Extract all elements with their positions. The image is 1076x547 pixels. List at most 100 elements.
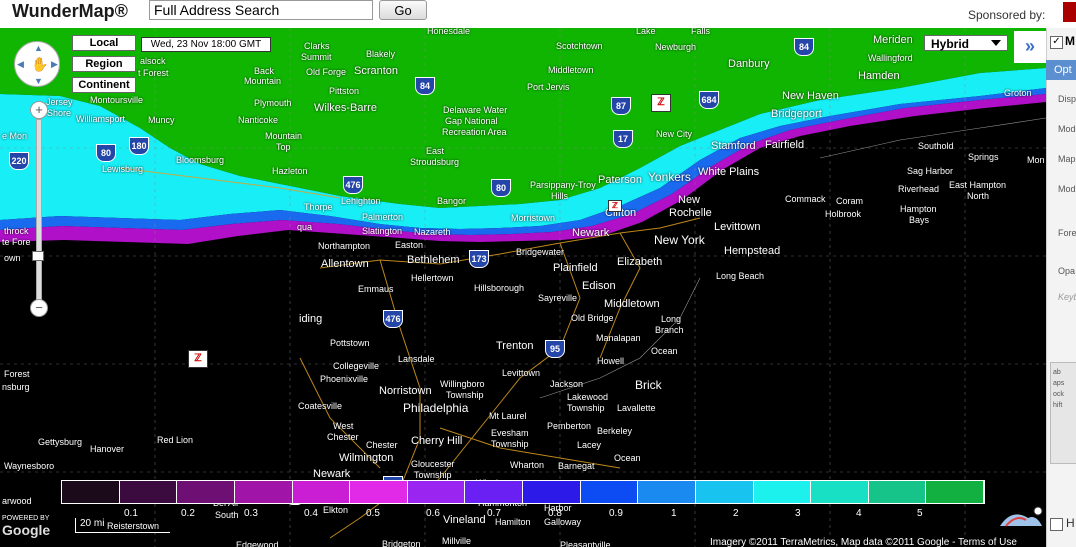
place-label: Riverhead — [898, 184, 940, 194]
place-label: Lehighton — [341, 196, 381, 206]
place-label: Long Beach — [716, 271, 765, 281]
place-label: Gettysburg — [38, 437, 83, 447]
legend-swatch — [119, 481, 178, 503]
app-logo[interactable]: WunderMap® — [12, 1, 128, 22]
key-row[interactable]: aps — [1051, 378, 1076, 389]
highway-shield-icon: 95 — [545, 340, 565, 358]
legend-tick: 3 — [795, 508, 801, 519]
highway-shield-icon: 476 — [383, 310, 403, 328]
place-label: New — [678, 194, 701, 206]
google-attribution[interactable]: POWERED BY Google — [2, 515, 50, 538]
place-label: Scranton — [354, 65, 399, 77]
place-label: nsburg — [2, 382, 30, 392]
bottom-checkbox[interactable] — [1050, 518, 1063, 531]
options-tab[interactable]: Opt — [1046, 60, 1076, 80]
place-label: Summit — [301, 52, 332, 62]
side-row-keyboard[interactable]: Keyb — [1058, 292, 1076, 302]
place-label: Williamsport — [76, 114, 126, 124]
highway-shield-icon: 80 — [96, 144, 116, 162]
place-label: Newark — [572, 227, 610, 239]
place-label: Chester — [366, 440, 398, 450]
place-label: Bridgeport — [771, 108, 822, 120]
continent-button[interactable]: Continent — [72, 77, 136, 93]
place-label: Northampton — [318, 241, 371, 251]
place-label: Long — [661, 314, 682, 324]
place-label: Hills — [551, 191, 568, 201]
pan-left-icon[interactable]: ◀ — [17, 59, 24, 70]
place-label: Jackson — [550, 379, 584, 389]
precip-legend — [61, 480, 985, 504]
legend-swatch — [753, 481, 812, 503]
region-button[interactable]: Region — [72, 56, 136, 72]
zoom-out-button[interactable]: − — [30, 299, 48, 317]
pan-control[interactable]: ▲ ▼ ◀ ▶ ✋ — [14, 41, 60, 87]
zoom-track[interactable] — [36, 119, 42, 301]
layer-checkbox[interactable]: ✓ — [1050, 36, 1063, 49]
place-label: Coatesville — [298, 401, 343, 411]
key-row[interactable]: ock — [1051, 389, 1076, 400]
local-button[interactable]: Local — [72, 35, 136, 51]
place-label: Hillsborough — [474, 283, 525, 293]
place-label: Elkton — [323, 505, 349, 515]
pan-down-icon[interactable]: ▼ — [34, 76, 43, 86]
address-search-input[interactable] — [149, 0, 373, 20]
zoom-in-button[interactable]: + — [30, 101, 48, 119]
sponsor-logo[interactable] — [1063, 2, 1076, 22]
key-row[interactable]: ab — [1051, 367, 1076, 378]
expand-panel-button[interactable]: » — [1014, 31, 1046, 63]
place-label: Springs — [968, 152, 999, 162]
place-label: East — [426, 146, 445, 156]
side-row-opacity[interactable]: Opa — [1058, 266, 1075, 276]
weather-station-icon[interactable]: ℤ — [188, 350, 208, 368]
legend-tick: 1 — [671, 508, 677, 519]
legend-swatch — [407, 481, 466, 503]
go-button[interactable]: Go — [379, 0, 427, 20]
side-row-forecast[interactable]: Fore — [1058, 228, 1076, 238]
pan-up-icon[interactable]: ▲ — [34, 43, 43, 53]
place-label: Delaware Water — [443, 105, 508, 115]
place-label: Lavallette — [617, 403, 656, 413]
legend-swatch — [177, 481, 235, 503]
place-label: Old Bridge — [571, 313, 614, 323]
place-label: White Plains — [698, 166, 760, 178]
legend-swatch — [868, 481, 927, 503]
place-label: New Haven — [782, 90, 839, 102]
side-row-display[interactable]: Disp — [1058, 94, 1076, 104]
place-label: Fairfield — [765, 139, 805, 151]
place-label: Wilmington — [339, 452, 394, 464]
side-row-map[interactable]: Map — [1058, 154, 1076, 164]
keyboard-widget[interactable]: ab aps ock hift — [1050, 362, 1076, 464]
place-label: Trenton — [496, 340, 534, 352]
side-row-mode-2[interactable]: Mod — [1058, 184, 1076, 194]
pan-right-icon[interactable]: ▶ — [51, 59, 58, 70]
weather-station-icon[interactable]: ℤ — [651, 94, 671, 112]
place-label: Slatington — [362, 226, 403, 236]
place-label: Rochelle — [669, 207, 712, 219]
place-label: Palmerton — [362, 212, 404, 222]
map-type-select[interactable]: Hybrid — [924, 35, 1008, 51]
legend-tick: 0.3 — [244, 508, 258, 519]
legend-swatch — [695, 481, 754, 503]
place-label: Bridgewater — [516, 247, 565, 257]
place-label: Meriden — [873, 34, 913, 46]
bottom-checkbox-label: H — [1066, 516, 1075, 530]
side-row-mode[interactable]: Mod — [1058, 124, 1076, 134]
place-label: Morristown — [511, 213, 556, 223]
scale-bar: 20 mi — [75, 518, 170, 533]
zoom-handle[interactable] — [32, 251, 44, 261]
key-row[interactable]: hift — [1051, 400, 1076, 411]
copyright-text[interactable]: Imagery ©2011 TerraMetrics, Map data ©20… — [710, 537, 1017, 547]
place-label: Bays — [909, 215, 930, 225]
legend-swatch — [62, 481, 120, 503]
place-label: Wilkes-Barre — [314, 102, 377, 114]
weather-condition-icon[interactable] — [998, 506, 1044, 528]
sponsored-by-label: Sponsored by: — [968, 8, 1046, 22]
zoom-slider[interactable]: + − — [30, 101, 48, 319]
pan-hand-icon[interactable]: ✋ — [31, 56, 48, 73]
legend-tick: 4 — [856, 508, 862, 519]
place-label: Parsippany-Troy — [530, 180, 596, 190]
place-label: Lewisburg — [102, 164, 144, 174]
weather-station-icon[interactable]: ℤ — [608, 200, 622, 212]
map-canvas[interactable]: Honesdale Lake Falls Clarks Summit Blakely Sco… — [0, 28, 1046, 547]
place-label: Elizabeth — [617, 256, 663, 268]
